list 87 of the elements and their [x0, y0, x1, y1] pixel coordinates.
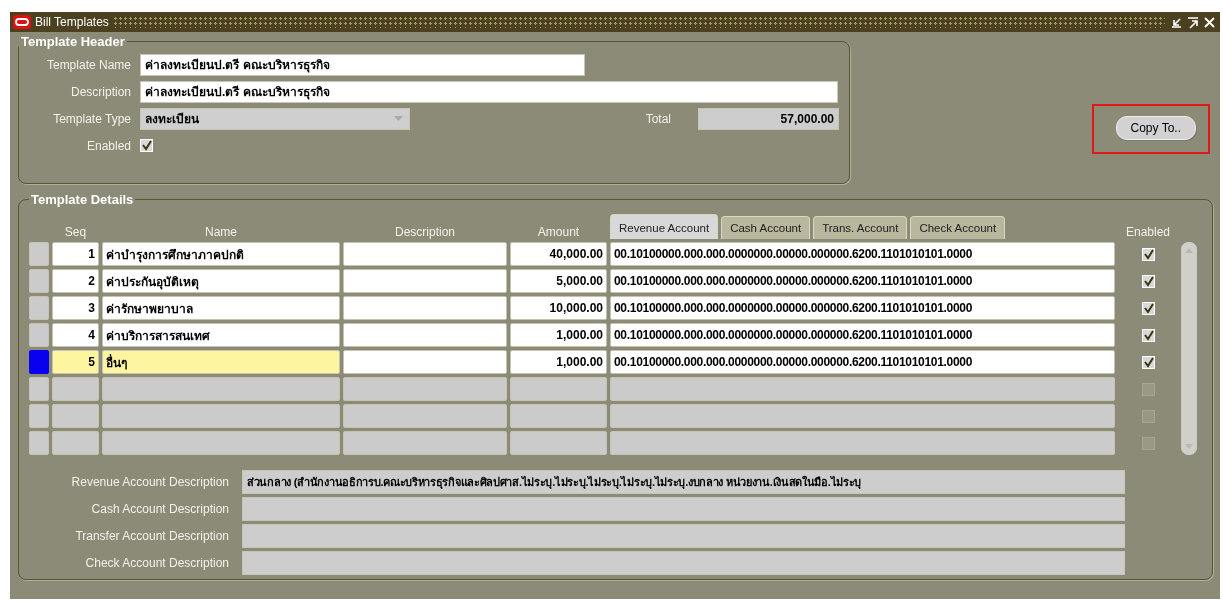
table-cell[interactable]: 1,000.00 — [510, 323, 607, 347]
table-cell[interactable]: ค่าบำรุงการศึกษาภาคปกติ — [102, 242, 340, 266]
logo-icon[interactable] — [13, 15, 31, 29]
field-label: Total — [645, 111, 671, 126]
table-cell[interactable] — [102, 431, 340, 455]
table-cell[interactable] — [343, 350, 507, 374]
table-cell[interactable] — [102, 377, 340, 401]
tab[interactable]: Revenue Account — [610, 214, 719, 239]
column-header: Description — [394, 225, 456, 239]
table-cell[interactable]: 1 — [52, 242, 99, 266]
field-label: Transfer Account Description — [74, 529, 229, 543]
row-selector[interactable] — [29, 296, 49, 320]
field-label: Check Account Description — [84, 556, 229, 570]
field-label: Cash Account Description — [90, 502, 229, 516]
field-label: Revenue Account Description — [70, 475, 229, 489]
table-cell[interactable]: ค่ารักษาพยาบาล — [102, 296, 340, 320]
column-header: Enabled — [1124, 225, 1171, 239]
table-cell[interactable]: 4 — [52, 323, 99, 347]
maximize-icon[interactable] — [1186, 15, 1199, 29]
column-header: Name — [204, 225, 238, 239]
table-cell[interactable]: 00.10100000.000.000.0000000.00000.000000.6200.1101010101.0000 — [610, 323, 1115, 347]
description-field[interactable] — [242, 524, 1125, 548]
table-cell[interactable]: 2 — [52, 269, 99, 293]
table-cell[interactable] — [343, 269, 507, 293]
table-cell[interactable] — [610, 431, 1115, 455]
table-cell[interactable] — [52, 431, 99, 455]
table-cell[interactable] — [343, 242, 507, 266]
table-cell[interactable] — [52, 377, 99, 401]
table-cell[interactable] — [343, 296, 507, 320]
table-cell[interactable]: 3 — [52, 296, 99, 320]
dropdown[interactable]: ลงทะเบียน — [140, 107, 410, 130]
row-selector[interactable] — [29, 350, 49, 374]
checkbox[interactable] — [1141, 409, 1155, 423]
field-label: Description — [69, 84, 131, 99]
table-cell[interactable] — [610, 404, 1115, 428]
table-cell[interactable] — [52, 404, 99, 428]
row-selector[interactable] — [29, 377, 49, 401]
table-cell[interactable] — [343, 431, 507, 455]
table-cell[interactable] — [102, 404, 340, 428]
field-label: Template Type — [52, 111, 131, 126]
row-selector[interactable] — [29, 404, 49, 428]
table-cell[interactable] — [510, 377, 607, 401]
description-field[interactable] — [242, 497, 1125, 521]
table-cell[interactable]: 00.10100000.000.000.0000000.00000.000000.6200.1101010101.0000 — [610, 269, 1115, 293]
table-cell[interactable]: 1,000.00 — [510, 350, 607, 374]
section-title: Template Details — [30, 192, 135, 207]
text-field[interactable]: ค่าลงทะเบียนป.ตรี คณะบริหารธุรกิจ — [140, 53, 585, 76]
table-cell[interactable] — [610, 377, 1115, 401]
total-field: 57,000.00 — [698, 107, 839, 130]
column-header: Amount — [536, 225, 581, 239]
table-cell[interactable]: ค่าประกันอุบัติเหตุ — [102, 269, 340, 293]
tab[interactable]: Trans. Account — [813, 216, 908, 239]
table-cell[interactable]: อื่นๆ — [102, 350, 340, 374]
table-cell[interactable]: 00.10100000.000.000.0000000.00000.000000.6200.1101010101.0000 — [610, 296, 1115, 320]
copy-button[interactable]: Copy To.. — [1115, 116, 1196, 140]
minimize-icon[interactable] — [1169, 15, 1182, 29]
table-cell[interactable]: 10,000.00 — [510, 296, 607, 320]
caret-icon[interactable] — [394, 115, 403, 122]
table-cell[interactable]: 5,000.00 — [510, 269, 607, 293]
section-title: Template Header — [20, 34, 126, 49]
checkbox[interactable] — [1141, 382, 1155, 396]
table-cell[interactable] — [510, 431, 607, 455]
close-icon[interactable] — [1203, 15, 1216, 29]
tab[interactable]: Check Account — [910, 216, 1006, 239]
text-field[interactable]: ค่าลงทะเบียนป.ตรี คณะบริหารธุรกิจ — [140, 80, 838, 103]
row-selector[interactable] — [29, 431, 49, 455]
table-cell[interactable]: 40,000.00 — [510, 242, 607, 266]
table-cell[interactable]: 00.10100000.000.000.0000000.00000.000000.6200.1101010101.0000 — [610, 242, 1115, 266]
table-cell[interactable] — [510, 404, 607, 428]
column-header: Seq — [63, 225, 88, 239]
window-title: Bill Templates — [35, 15, 109, 29]
checkbox[interactable] — [1141, 436, 1155, 450]
row-selector[interactable] — [29, 269, 49, 293]
table-cell[interactable]: 5 — [52, 350, 99, 374]
table-cell[interactable] — [343, 323, 507, 347]
tab[interactable]: Cash Account — [721, 216, 811, 239]
scrollbar[interactable] — [1181, 242, 1197, 455]
table-cell[interactable] — [343, 404, 507, 428]
row-selector[interactable] — [29, 242, 49, 266]
row-selector[interactable] — [29, 323, 49, 347]
table-cell[interactable] — [343, 377, 507, 401]
field-label: Template Name — [45, 57, 131, 72]
field-label: Enabled — [85, 138, 131, 153]
table-cell[interactable]: 00.10100000.000.000.0000000.00000.000000.6200.1101010101.0000 — [610, 350, 1115, 374]
description-field[interactable]: ส่วนกลาง (สำนักงานอธิการบ.คณะบริหารธุรกิจและศิลปศาส.ไม่ระบุ.ไม่ระบุ.ไม่ระบุ.ไม่ระบุ.ไม่ระบุ.งบกลาง หน่วยงาน.เงินสดในมือ.ไม่ระบุ — [242, 470, 1125, 494]
description-field[interactable] — [242, 551, 1125, 575]
table-cell[interactable]: ค่าบริการสารสนเทศ — [102, 323, 340, 347]
